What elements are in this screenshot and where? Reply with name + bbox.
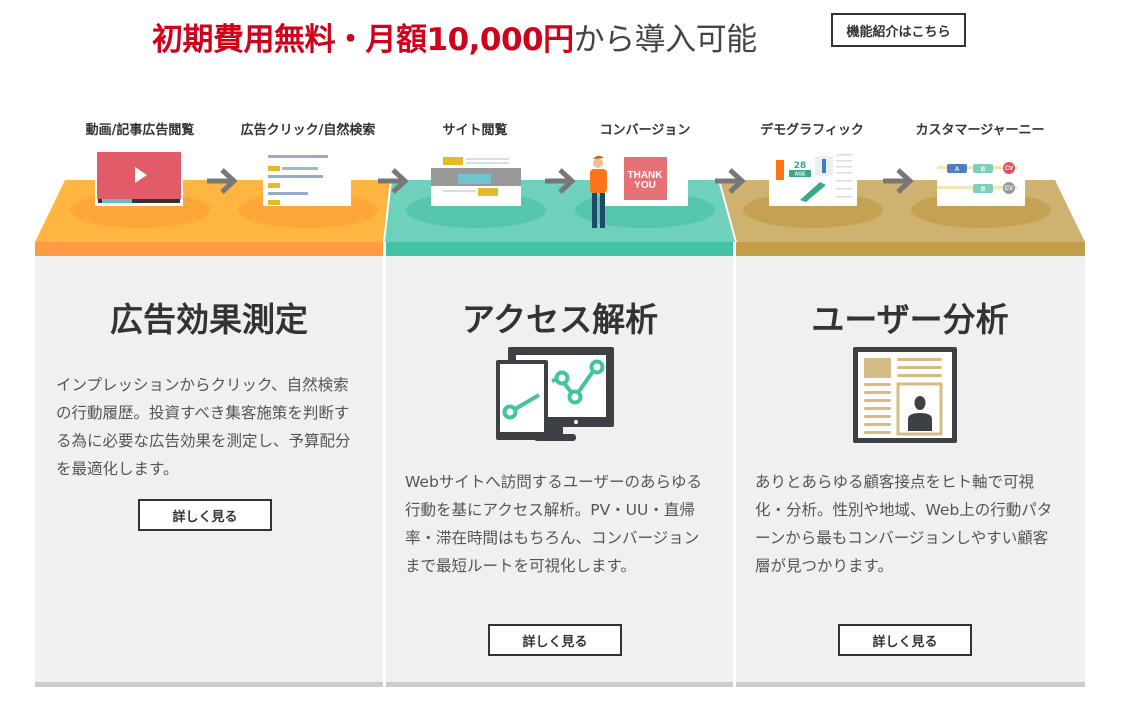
- customer-journey-icon: A B CV B CV: [937, 150, 1025, 206]
- demographic-icon: 28 AGE: [769, 150, 857, 206]
- step-label: 広告クリック/自然検索: [240, 123, 376, 138]
- headline-gray: から導入可能: [573, 22, 758, 58]
- journey-platform: THANK YOU 28 AGE A B CV B CV: [35, 150, 1085, 256]
- step-label: サイト閲覧: [442, 123, 508, 138]
- panel-divider: [736, 682, 1085, 687]
- search-results-icon: [263, 150, 351, 206]
- panel-divider: [386, 682, 733, 687]
- video-ad-icon: [95, 150, 183, 206]
- details-button[interactable]: 詳しく見る: [488, 624, 622, 656]
- svg-text:B: B: [981, 167, 986, 173]
- panel-title: 広告効果測定: [110, 300, 308, 339]
- devices-chart-icon: [496, 347, 614, 441]
- panel-description: インプレッションからクリック、自然検索の行動履歴。投資すべき集客施策を判断する為…: [56, 376, 351, 478]
- panel-description: ありとあらゆる顧客接点をヒト軸で可視化・分析。性別や地域、Web上の行動パターン…: [755, 473, 1053, 575]
- step-label: コンバージョン: [599, 123, 691, 138]
- feature-intro-button[interactable]: 機能紹介はこちら: [831, 13, 966, 47]
- svg-text:28: 28: [794, 161, 807, 171]
- headline: 初期費用無料・月額10,000円から導入可能: [152, 14, 757, 59]
- website-icon: [431, 150, 521, 206]
- user-profile-icon: [853, 347, 957, 443]
- step-label: デモグラフィック: [760, 123, 864, 138]
- svg-text:A: A: [955, 167, 960, 173]
- svg-text:YOU: YOU: [634, 180, 656, 191]
- details-button[interactable]: 詳しく見る: [138, 499, 272, 531]
- panel-description: Webサイトへ訪問するユーザーのあらゆる行動を基にアクセス解析。PV・UU・直帰…: [405, 473, 702, 575]
- svg-text:B: B: [981, 187, 986, 193]
- details-button[interactable]: 詳しく見る: [838, 624, 972, 656]
- age-label: AGE: [795, 172, 807, 178]
- thank-you-icon: THANK YOU: [600, 150, 688, 206]
- headline-red: 初期費用無料・月額10,000円: [152, 22, 574, 58]
- svg-text:CV: CV: [1005, 186, 1013, 192]
- step-label: 動画/記事広告閲覧: [85, 123, 195, 138]
- panel-divider: [35, 682, 383, 687]
- panel-title: ユーザー分析: [811, 300, 1009, 339]
- panel-title: アクセス解析: [461, 300, 659, 339]
- svg-text:CV: CV: [1005, 166, 1013, 172]
- step-label: カスタマージャーニー: [915, 123, 1045, 138]
